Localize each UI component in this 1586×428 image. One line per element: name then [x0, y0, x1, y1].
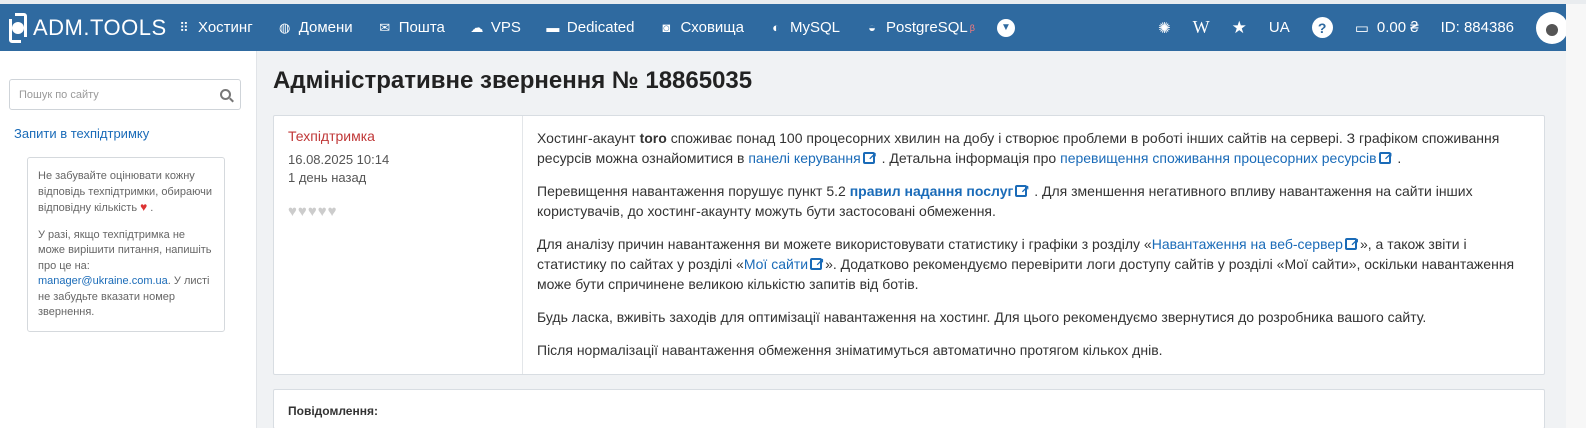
top-navbar: ADM.TOOLS ⠿ Хостинг ◍ Домени ✉ Пошта ☁ VPS ▬… — [0, 4, 1586, 51]
sitemap-icon: ⠿ — [179, 19, 189, 35]
wikipedia-icon[interactable]: W — [1193, 17, 1210, 38]
envelope-icon: ✉ — [379, 19, 391, 35]
external-link-icon — [1015, 180, 1030, 200]
page-layout: Пошук по сайту Запити в техпідтримку Не … — [0, 51, 1586, 428]
external-link-icon — [1378, 147, 1393, 167]
support-requests-link[interactable]: Запити в техпідтримку — [14, 126, 240, 141]
brand-logo[interactable]: ADM.TOOLS — [9, 12, 166, 43]
paragraph-4: Будь ласка, вживіть заходів для оптиміза… — [537, 309, 1427, 325]
manager-email-link[interactable]: manager@ukraine.com.ua — [38, 275, 168, 287]
message-meta: Техпідтримка 16.08.2025 10:14 1 день наз… — [274, 116, 523, 374]
nav-postgresql[interactable]: ◒ PostgreSQL β — [864, 19, 975, 36]
paragraph-1: Хостинг-акаунт toro споживає понад 100 п… — [537, 128, 1530, 168]
balance[interactable]: ▭ 0.00 ₴ — [1355, 19, 1419, 37]
account-id[interactable]: ID: 884386 — [1441, 19, 1514, 36]
nav-mysql[interactable]: ◐ MySQL — [768, 19, 840, 36]
beta-badge: β — [969, 22, 975, 33]
paragraph-3: Для аналізу причин навантаження ви может… — [537, 233, 1530, 294]
globe-icon: ◍ — [279, 19, 291, 35]
nav-dedicated[interactable]: ▬ Dedicated — [545, 19, 634, 36]
cloud-icon: ☁ — [470, 19, 484, 35]
logo-icon — [9, 12, 27, 43]
nav-domains[interactable]: ◍ Домени — [277, 19, 353, 36]
language-switcher[interactable]: UA — [1269, 19, 1290, 36]
sidebar: Пошук по сайту Запити в техпідтримку Не … — [0, 51, 257, 428]
webserver-load-link[interactable]: Навантаження на веб-сервер — [1152, 233, 1360, 253]
terms-link[interactable]: правил надання послуг — [850, 180, 1031, 200]
lightbulb-icon[interactable]: ✺ — [1158, 19, 1171, 37]
elephant-icon: ◒ — [868, 20, 876, 35]
search-icon[interactable] — [220, 89, 231, 100]
brand-name: ADM.TOOLS — [33, 14, 167, 40]
nav-mail[interactable]: ✉ Пошта — [377, 19, 445, 36]
dolphin-icon: ◐ — [772, 20, 780, 35]
nav-vps[interactable]: ☁ VPS — [469, 19, 521, 36]
scrollbar[interactable] — [1566, 4, 1586, 428]
external-link-icon — [862, 147, 877, 167]
page-title: Адміністративне звернення № 18865035 — [273, 67, 753, 94]
cpu-overuse-link[interactable]: перевищення споживання процесорних ресур… — [1060, 147, 1393, 167]
heart-icon: ♥ — [140, 200, 148, 214]
message-body: Хостинг-акаунт toro споживає понад 100 п… — [523, 116, 1544, 374]
nav-hosting[interactable]: ⠿ Хостинг — [176, 19, 252, 36]
external-link-icon — [810, 253, 824, 273]
main-content: Адміністративне звернення № 18865035 Тех… — [257, 51, 1586, 428]
server-icon: ▬ — [546, 20, 560, 35]
control-panel-link[interactable]: панелі керування — [748, 147, 877, 167]
main-nav: ⠿ Хостинг ◍ Домени ✉ Пошта ☁ VPS ▬ Dedicated … — [176, 18, 1015, 37]
message-card: Техпідтримка 16.08.2025 10:14 1 день наз… — [273, 115, 1545, 375]
message-date: 16.08.2025 10:14 — [288, 152, 390, 167]
nav-storage[interactable]: ◙ Сховища — [658, 19, 744, 36]
credit-card-icon: ▭ — [1354, 19, 1369, 37]
reply-label: Повідомлення: — [288, 404, 378, 418]
reply-card: Повідомлення: — [273, 389, 1545, 428]
chevron-down-icon[interactable]: ▼ — [996, 18, 1015, 37]
search-input[interactable]: Пошук по сайту — [9, 79, 241, 110]
external-link-icon — [1344, 233, 1359, 253]
star-icon[interactable]: ★ — [1232, 18, 1247, 38]
paragraph-2: Перевищення навантаження порушує пункт 5… — [537, 180, 1530, 221]
my-sites-link[interactable]: Мої сайти — [744, 253, 825, 273]
help-icon[interactable]: ? — [1311, 17, 1333, 38]
storage-icon: ◙ — [662, 20, 671, 35]
search-placeholder: Пошук по сайту — [19, 88, 99, 101]
paragraph-5: Після нормалізації навантаження обмеженн… — [537, 342, 1163, 358]
message-age: 1 день назад — [288, 170, 367, 185]
message-author: Техпідтримка — [288, 128, 375, 144]
navbar-right: ✺ W ★ UA ? ▭ 0.00 ₴ ID: 884386 — [1136, 4, 1568, 51]
support-note: Не забувайте оцінювати кожну відповідь т… — [27, 157, 225, 332]
user-avatar-icon[interactable] — [1536, 11, 1568, 44]
account-name: toro — [639, 130, 667, 146]
rating-hearts[interactable]: ♥♥♥♥♥ — [288, 203, 508, 220]
